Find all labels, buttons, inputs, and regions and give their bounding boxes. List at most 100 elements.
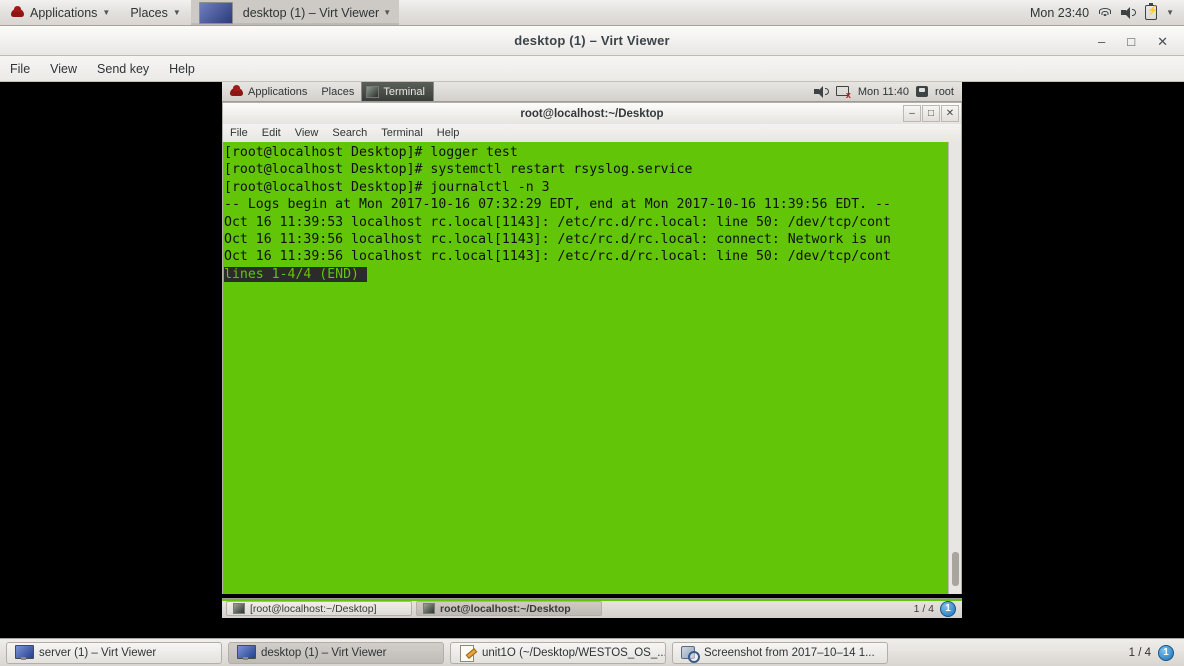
user-icon — [916, 86, 929, 97]
screenshot-icon — [681, 645, 700, 663]
terminal-maximize-button[interactable]: □ — [922, 105, 940, 122]
guest-clock[interactable]: Mon 11:40 — [858, 86, 909, 98]
terminal-scrollbar-thumb[interactable] — [952, 552, 959, 586]
terminal-icon — [366, 85, 380, 98]
taskbar-accent-strip — [222, 599, 962, 601]
host-top-panel: Applications ▼ Places ▼ desktop (1) – Vi… — [0, 0, 1184, 26]
terminal-text: [root@localhost Desktop]# logger test [ro… — [223, 142, 961, 283]
monitor-icon — [237, 645, 256, 660]
guest-tray: Mon 11:40 root — [813, 85, 962, 100]
terminal-output-area[interactable]: [root@localhost Desktop]# logger test [ro… — [222, 142, 962, 594]
host-applications-menu[interactable]: Applications ▼ — [0, 0, 120, 25]
terminal-menu-terminal[interactable]: Terminal — [374, 127, 430, 139]
host-taskbar-item-server-label: server (1) – Virt Viewer — [39, 646, 157, 659]
host-taskbar-right: 1 / 4 1 — [1128, 644, 1178, 661]
guest-taskbar-item-1[interactable]: [root@localhost:~/Desktop] — [226, 601, 412, 616]
terminal-menu-search[interactable]: Search — [325, 127, 374, 139]
host-window-menu-desktop[interactable]: desktop (1) – Virt Viewer ▼ — [190, 0, 400, 25]
guest-taskbar-item-1-label: [root@localhost:~/Desktop] — [250, 602, 377, 615]
guest-window-button-terminal[interactable]: Terminal — [361, 82, 434, 101]
network-disconnected-icon[interactable] — [835, 85, 851, 100]
virt-viewer-titlebar: desktop (1) – Virt Viewer – □ ✕ — [0, 26, 1184, 56]
terminal-status-line: lines 1-4/4 (END) — [224, 266, 359, 282]
chevron-down-icon: ▼ — [102, 7, 111, 17]
host-taskbar-item-unit10-label: unit1O (~/Desktop/WESTOS_OS_... — [482, 646, 666, 659]
maximize-button[interactable]: □ — [1127, 35, 1135, 48]
red-hat-icon — [229, 84, 244, 99]
host-clock[interactable]: Mon 23:40 — [1030, 6, 1089, 20]
guest-workspace-badge[interactable]: 1 — [940, 600, 956, 617]
guest-places-menu[interactable]: Places — [314, 82, 361, 101]
minimize-button[interactable]: – — [1098, 35, 1105, 48]
terminal-line: Oct 16 11:39:53 localhost rc.local[1143]… — [224, 214, 891, 230]
guest-places-label: Places — [321, 85, 355, 98]
menu-view[interactable]: View — [40, 62, 87, 76]
host-pager-label: 1 / 4 — [1128, 646, 1151, 659]
close-button[interactable]: ✕ — [1157, 35, 1168, 48]
guest-taskbar-item-2[interactable]: root@localhost:~/Desktop — [416, 601, 602, 616]
terminal-scrollbar[interactable] — [948, 142, 961, 594]
terminal-window[interactable]: root@localhost:~/Desktop – □ ✕ File Edit… — [222, 102, 962, 618]
battery-icon[interactable] — [1145, 3, 1158, 20]
terminal-menu-help[interactable]: Help — [430, 127, 467, 139]
terminal-titlebar: root@localhost:~/Desktop – □ ✕ — [222, 102, 962, 124]
note-icon — [459, 644, 475, 662]
guest-taskbar-right: 1 / 4 1 — [913, 600, 958, 617]
terminal-line: Oct 16 11:39:56 localhost rc.local[1143]… — [224, 231, 891, 247]
menu-send-key[interactable]: Send key — [87, 62, 159, 76]
chevron-down-icon: ▼ — [383, 7, 392, 17]
guest-top-panel: Applications Places Terminal Mon 11:40 r… — [222, 82, 962, 102]
volume-icon[interactable] — [813, 85, 829, 98]
terminal-line: Oct 16 11:39:56 localhost rc.local[1143]… — [224, 249, 891, 265]
virt-viewer-menubar: File View Send key Help — [0, 56, 1184, 82]
host-taskbar-item-desktop-label: desktop (1) – Virt Viewer — [261, 646, 387, 659]
host-tray: Mon 23:40 ▼ — [1030, 3, 1184, 20]
terminal-line: lines 1-4/4 (END) — [224, 266, 961, 283]
wifi-icon[interactable] — [1098, 7, 1112, 19]
terminal-close-button[interactable]: ✕ — [941, 105, 959, 122]
window-thumbnail-icon — [198, 1, 233, 24]
terminal-icon — [233, 603, 245, 614]
terminal-line: [root@localhost Desktop]# logger test — [224, 145, 518, 160]
terminal-line: [root@localhost Desktop]# journalctl -n … — [224, 179, 550, 195]
host-taskbar-item-unit10[interactable]: unit1O (~/Desktop/WESTOS_OS_... — [450, 641, 666, 664]
guest-user-label[interactable]: root — [935, 86, 954, 98]
terminal-menu-file[interactable]: File — [223, 127, 255, 139]
guest-applications-menu[interactable]: Applications — [222, 82, 314, 101]
volume-icon[interactable] — [1121, 6, 1137, 19]
host-taskbar-item-server[interactable]: server (1) – Virt Viewer — [6, 641, 222, 664]
menu-file[interactable]: File — [0, 62, 40, 76]
terminal-menu-edit[interactable]: Edit — [255, 127, 288, 139]
host-window-label: desktop (1) – Virt Viewer — [242, 5, 380, 20]
chevron-down-icon: ▼ — [172, 7, 181, 17]
host-taskbar-item-desktop[interactable]: desktop (1) – Virt Viewer — [228, 641, 444, 664]
guest-pager-label: 1 / 4 — [913, 602, 934, 615]
terminal-icon — [423, 603, 435, 614]
host-taskbar-item-screenshot-label: Screenshot from 2017–10–14 1... — [704, 646, 875, 659]
host-taskbar: server (1) – Virt Viewer desktop (1) – V… — [0, 638, 1184, 666]
guest-taskbar: [root@localhost:~/Desktop] root@localhos… — [222, 598, 962, 618]
guest-desktop[interactable]: Applications Places Terminal Mon 11:40 r… — [222, 82, 962, 638]
host-applications-label: Applications — [30, 5, 98, 20]
terminal-title: root@localhost:~/Desktop — [520, 107, 664, 120]
host-taskbar-item-screenshot[interactable]: Screenshot from 2017–10–14 1... — [672, 641, 888, 664]
host-places-label: Places — [130, 5, 168, 20]
host-workspace-badge[interactable]: 1 — [1158, 644, 1174, 661]
terminal-menubar: File Edit View Search Terminal Help — [222, 124, 962, 142]
terminal-minimize-button[interactable]: – — [903, 105, 921, 122]
chevron-down-icon[interactable]: ▼ — [1166, 8, 1174, 17]
monitor-icon — [15, 645, 34, 660]
terminal-cursor — [358, 266, 367, 282]
virt-viewer-title: desktop (1) – Virt Viewer — [514, 33, 670, 48]
terminal-line: -- Logs begin at Mon 2017-10-16 07:32:29… — [224, 197, 891, 213]
red-hat-icon — [10, 5, 25, 20]
terminal-window-controls: – □ ✕ — [903, 105, 959, 122]
guest-applications-label: Applications — [248, 85, 308, 98]
virt-viewer-window-controls: – □ ✕ — [1098, 26, 1178, 56]
guest-taskbar-item-2-label: root@localhost:~/Desktop — [440, 602, 571, 615]
menu-help[interactable]: Help — [159, 62, 205, 76]
host-places-menu[interactable]: Places ▼ — [120, 0, 190, 25]
guest-window-button-label: Terminal — [383, 85, 425, 98]
vm-display-canvas[interactable]: Applications Places Terminal Mon 11:40 r… — [0, 82, 1184, 638]
terminal-menu-view[interactable]: View — [288, 127, 326, 139]
